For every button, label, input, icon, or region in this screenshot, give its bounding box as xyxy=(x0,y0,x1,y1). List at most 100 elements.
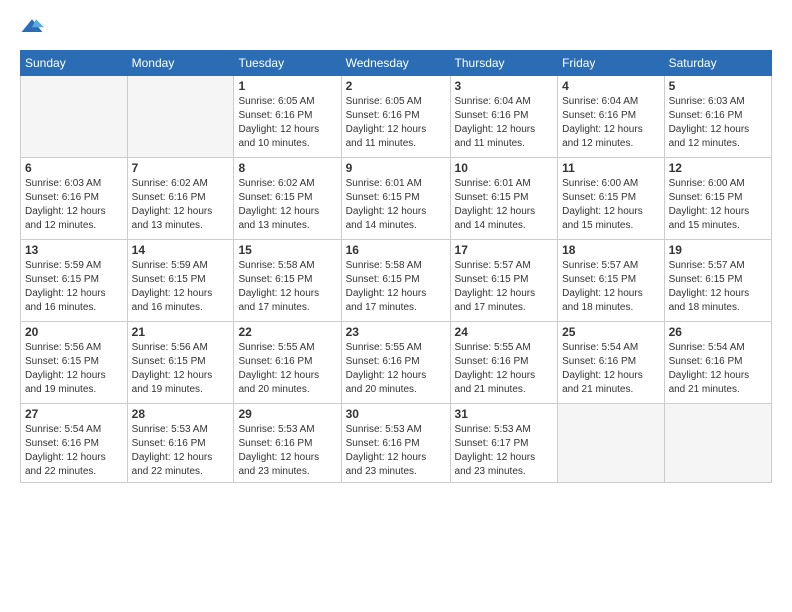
day-info: Sunrise: 6:01 AMSunset: 6:15 PMDaylight:… xyxy=(455,177,554,233)
day-number: 18 xyxy=(562,243,659,257)
calendar-cell: 12Sunrise: 6:00 AMSunset: 6:15 PMDayligh… xyxy=(664,158,771,240)
day-number: 26 xyxy=(669,325,767,339)
day-number: 21 xyxy=(132,325,230,339)
calendar-cell xyxy=(21,76,128,158)
calendar-cell: 28 Sunrise: 5:53 AMSunset: 6:16 PMDayligh… xyxy=(127,404,234,483)
day-info: Sunrise: 5:54 AMSunset: 6:16 PMDaylight:… xyxy=(669,341,767,397)
day-number: 5 xyxy=(669,79,767,93)
calendar-cell: 7 Sunrise: 6:02 AMSunset: 6:16 PMDaylight… xyxy=(127,158,234,240)
day-info: Sunrise: 5:53 AMSunset: 6:16 PMDaylight:… xyxy=(346,423,446,479)
calendar-cell xyxy=(664,404,771,483)
day-number: 13 xyxy=(25,243,123,257)
day-info: Sunrise: 6:05 AMSunset: 6:16 PMDaylight:… xyxy=(346,95,446,151)
day-number: 2 xyxy=(346,79,446,93)
day-info: Sunrise: 5:56 AMSunset: 6:15 PMDaylight:… xyxy=(25,341,123,397)
day-number: 17 xyxy=(455,243,554,257)
day-info: Sunrise: 6:03 AMSunset: 6:16 PMDaylight:… xyxy=(669,95,767,151)
day-number: 29 xyxy=(238,407,336,421)
day-number: 23 xyxy=(346,325,446,339)
calendar-cell: 5 Sunrise: 6:03 AMSunset: 6:16 PMDaylight… xyxy=(664,76,771,158)
calendar-table: SundayMondayTuesdayWednesdayThursdayFrid… xyxy=(20,50,772,483)
day-info: Sunrise: 6:04 AMSunset: 6:16 PMDaylight:… xyxy=(455,95,554,151)
calendar-cell: 24 Sunrise: 5:55 AMSunset: 6:16 PMDayligh… xyxy=(450,322,558,404)
day-info: Sunrise: 5:53 AMSunset: 6:16 PMDaylight:… xyxy=(238,423,336,479)
calendar-cell: 17 Sunrise: 5:57 AMSunset: 6:15 PMDayligh… xyxy=(450,240,558,322)
day-number: 22 xyxy=(238,325,336,339)
day-info: Sunrise: 5:57 AMSunset: 6:15 PMDaylight:… xyxy=(455,259,554,315)
calendar-cell: 25 Sunrise: 5:54 AMSunset: 6:16 PMDayligh… xyxy=(558,322,664,404)
day-number: 25 xyxy=(562,325,659,339)
day-number: 4 xyxy=(562,79,659,93)
weekday-header: Thursday xyxy=(450,51,558,76)
calendar-cell xyxy=(558,404,664,483)
day-info: Sunrise: 5:55 AMSunset: 6:16 PMDaylight:… xyxy=(346,341,446,397)
day-info: Sunrise: 5:58 AMSunset: 6:15 PMDaylight:… xyxy=(346,259,446,315)
day-number: 12 xyxy=(669,161,767,175)
day-info: Sunrise: 6:04 AMSunset: 6:16 PMDaylight:… xyxy=(562,95,659,151)
day-info: Sunrise: 6:05 AMSunset: 6:16 PMDaylight:… xyxy=(238,95,336,151)
day-number: 14 xyxy=(132,243,230,257)
day-number: 9 xyxy=(346,161,446,175)
day-info: Sunrise: 5:57 AMSunset: 6:15 PMDaylight:… xyxy=(562,259,659,315)
calendar-cell: 31 Sunrise: 5:53 AMSunset: 6:17 PMDayligh… xyxy=(450,404,558,483)
page-header xyxy=(20,16,772,40)
day-number: 28 xyxy=(132,407,230,421)
weekday-header: Wednesday xyxy=(341,51,450,76)
calendar-cell: 21 Sunrise: 5:56 AMSunset: 6:15 PMDayligh… xyxy=(127,322,234,404)
day-info: Sunrise: 5:58 AMSunset: 6:15 PMDaylight:… xyxy=(238,259,336,315)
calendar-page: SundayMondayTuesdayWednesdayThursdayFrid… xyxy=(0,0,792,612)
day-info: Sunrise: 6:02 AMSunset: 6:16 PMDaylight:… xyxy=(132,177,230,233)
day-number: 10 xyxy=(455,161,554,175)
day-number: 8 xyxy=(238,161,336,175)
calendar-cell: 11 Sunrise: 6:00 AMSunset: 6:15 PMDayligh… xyxy=(558,158,664,240)
calendar-cell: 13 Sunrise: 5:59 AMSunset: 6:15 PMDayligh… xyxy=(21,240,128,322)
calendar-cell: 22 Sunrise: 5:55 AMSunset: 6:16 PMDayligh… xyxy=(234,322,341,404)
calendar-cell: 23 Sunrise: 5:55 AMSunset: 6:16 PMDayligh… xyxy=(341,322,450,404)
day-number: 6 xyxy=(25,161,123,175)
day-info: Sunrise: 5:55 AMSunset: 6:16 PMDaylight:… xyxy=(455,341,554,397)
day-info: Sunrise: 5:55 AMSunset: 6:16 PMDaylight:… xyxy=(238,341,336,397)
day-info: Sunrise: 5:53 AMSunset: 6:17 PMDaylight:… xyxy=(455,423,554,479)
day-number: 20 xyxy=(25,325,123,339)
weekday-header: Tuesday xyxy=(234,51,341,76)
day-info: Sunrise: 5:54 AMSunset: 6:16 PMDaylight:… xyxy=(25,423,123,479)
calendar-cell: 1 Sunrise: 6:05 AMSunset: 6:16 PMDaylight… xyxy=(234,76,341,158)
day-number: 19 xyxy=(669,243,767,257)
day-number: 24 xyxy=(455,325,554,339)
day-number: 7 xyxy=(132,161,230,175)
day-info: Sunrise: 6:01 AMSunset: 6:15 PMDaylight:… xyxy=(346,177,446,233)
day-info: Sunrise: 5:57 AMSunset: 6:15 PMDaylight:… xyxy=(669,259,767,315)
calendar-cell: 8 Sunrise: 6:02 AMSunset: 6:15 PMDaylight… xyxy=(234,158,341,240)
calendar-cell: 16 Sunrise: 5:58 AMSunset: 6:15 PMDayligh… xyxy=(341,240,450,322)
day-number: 1 xyxy=(238,79,336,93)
weekday-header: Sunday xyxy=(21,51,128,76)
calendar-cell: 20 Sunrise: 5:56 AMSunset: 6:15 PMDayligh… xyxy=(21,322,128,404)
day-info: Sunrise: 6:02 AMSunset: 6:15 PMDaylight:… xyxy=(238,177,336,233)
day-number: 27 xyxy=(25,407,123,421)
calendar-cell: 19 Sunrise: 5:57 AMSunset: 6:15 PMDayligh… xyxy=(664,240,771,322)
day-number: 16 xyxy=(346,243,446,257)
calendar-cell: 30 Sunrise: 5:53 AMSunset: 6:16 PMDayligh… xyxy=(341,404,450,483)
logo-icon xyxy=(20,16,44,40)
day-info: Sunrise: 5:59 AMSunset: 6:15 PMDaylight:… xyxy=(132,259,230,315)
day-info: Sunrise: 5:56 AMSunset: 6:15 PMDaylight:… xyxy=(132,341,230,397)
day-number: 15 xyxy=(238,243,336,257)
day-number: 30 xyxy=(346,407,446,421)
day-info: Sunrise: 5:54 AMSunset: 6:16 PMDaylight:… xyxy=(562,341,659,397)
day-info: Sunrise: 6:03 AMSunset: 6:16 PMDaylight:… xyxy=(25,177,123,233)
weekday-header: Friday xyxy=(558,51,664,76)
logo xyxy=(20,16,48,40)
day-info: Sunrise: 6:00 AMSunset: 6:15 PMDaylight:… xyxy=(562,177,659,233)
calendar-cell: 4 Sunrise: 6:04 AMSunset: 6:16 PMDaylight… xyxy=(558,76,664,158)
day-number: 11 xyxy=(562,161,659,175)
calendar-cell: 6 Sunrise: 6:03 AMSunset: 6:16 PMDaylight… xyxy=(21,158,128,240)
weekday-header: Monday xyxy=(127,51,234,76)
day-number: 31 xyxy=(455,407,554,421)
day-info: Sunrise: 5:53 AMSunset: 6:16 PMDaylight:… xyxy=(132,423,230,479)
day-info: Sunrise: 5:59 AMSunset: 6:15 PMDaylight:… xyxy=(25,259,123,315)
calendar-cell: 27 Sunrise: 5:54 AMSunset: 6:16 PMDayligh… xyxy=(21,404,128,483)
calendar-cell: 9 Sunrise: 6:01 AMSunset: 6:15 PMDaylight… xyxy=(341,158,450,240)
calendar-cell: 3 Sunrise: 6:04 AMSunset: 6:16 PMDaylight… xyxy=(450,76,558,158)
day-number: 3 xyxy=(455,79,554,93)
calendar-cell xyxy=(127,76,234,158)
